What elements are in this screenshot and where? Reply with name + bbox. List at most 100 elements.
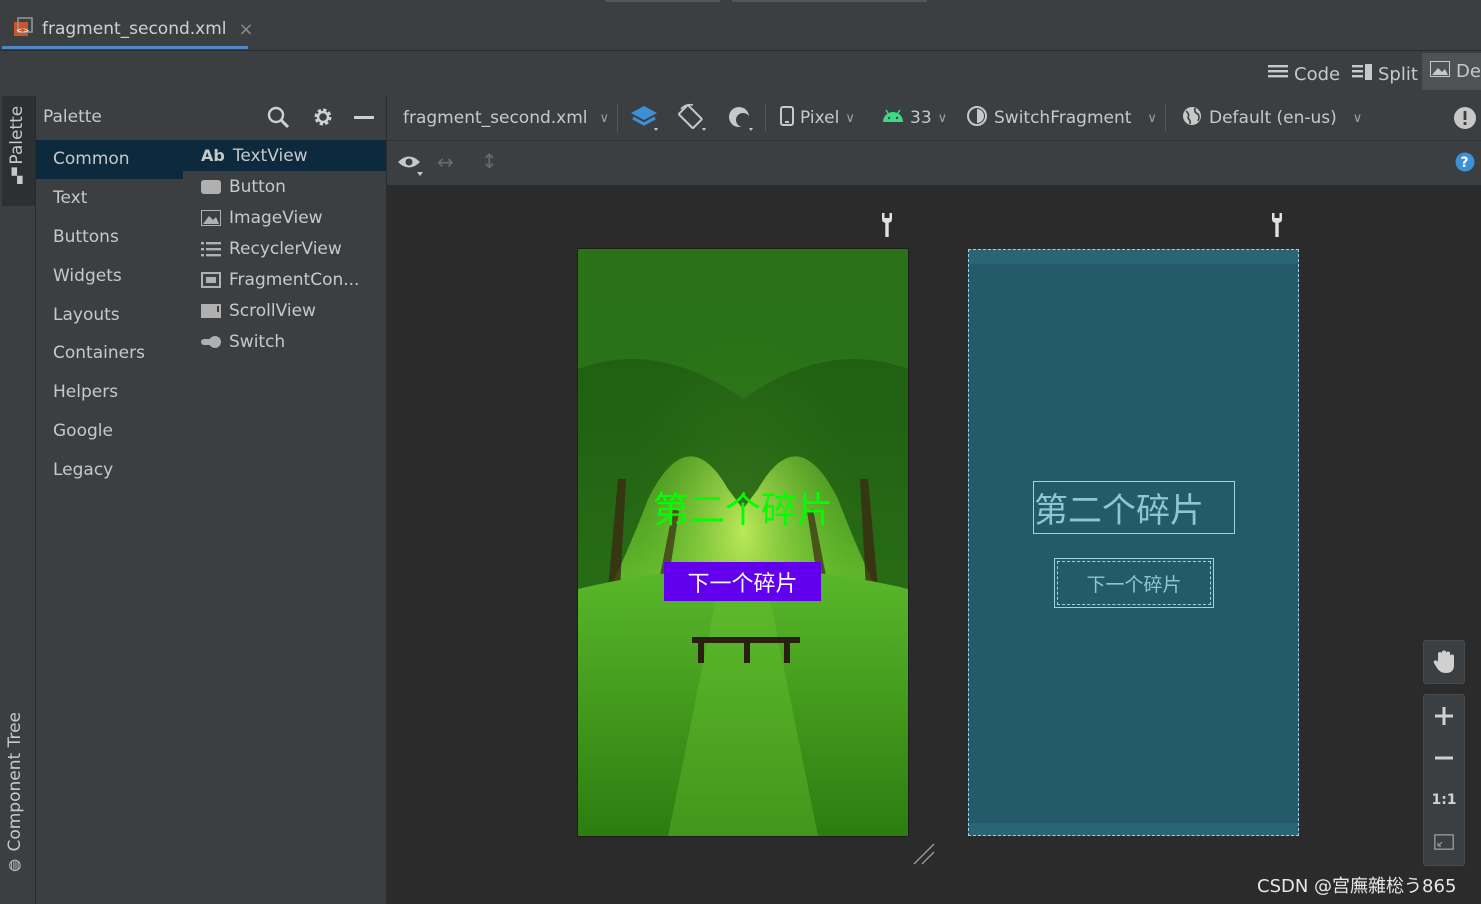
search-icon[interactable] [266,105,290,134]
chevron-down-icon: ∨ [1147,110,1157,126]
category-helpers[interactable]: Helpers [36,373,183,412]
code-view-button[interactable]: Code [1268,58,1340,90]
palette-item-textview[interactable]: Ab TextView [183,140,386,172]
warning-icon[interactable] [1453,106,1477,135]
file-selector[interactable]: fragment_second.xml ∨ [403,96,609,140]
night-mode-icon[interactable] [727,103,757,138]
palette-item-scrollview[interactable]: ScrollView [183,295,386,326]
zoom-in-icon[interactable] [1424,695,1464,737]
category-widgets[interactable]: Widgets [36,256,183,295]
hand-icon[interactable] [1424,641,1464,683]
palette-item-recyclerview[interactable]: RecyclerView [183,233,386,264]
api-level-selector[interactable]: 33 ∨ [882,96,947,140]
component-tree-side-tab[interactable]: ◍ Component Tree [5,712,25,876]
editor-tab[interactable]: <> fragment_second.xml × [2,8,264,50]
api-level-label: 33 [910,108,932,128]
phone-icon [780,105,794,131]
android-icon [882,108,904,128]
pan-tool-box [1423,640,1465,684]
blueprint-status-bar [969,250,1298,264]
palette-category-list: Common Text Buttons Widgets Layouts Cont… [36,140,183,489]
category-layouts[interactable]: Layouts [36,295,183,334]
file-selector-label: fragment_second.xml [403,108,588,128]
design-view-button[interactable]: De [1422,53,1481,90]
design-canvas[interactable] [387,186,1481,904]
category-google[interactable]: Google [36,412,183,451]
palette-item-label: ImageView [229,207,323,228]
rotate-icon[interactable] [678,103,708,138]
globe-icon [1181,105,1203,132]
palette-item-list: Ab TextView Button ImageView RecyclerVie… [183,140,386,358]
zoom-actual-size-button[interactable]: 1:1 [1424,779,1464,821]
preview-title-text[interactable]: 第二个碎片 [578,481,908,533]
palette-side-tab[interactable]: ▚ Palette [2,96,35,206]
palette-item-button[interactable]: Button [183,171,386,202]
design-view-label: De [1456,61,1481,82]
imageview-icon [201,209,221,226]
gear-icon[interactable] [311,105,335,134]
code-view-label: Code [1294,63,1341,85]
split-view-label: Split [1378,63,1418,85]
theme-selector[interactable]: SwitchFragment ∨ [966,96,1157,140]
device-selector[interactable]: Pixel ∨ [780,96,855,140]
palette-item-fragmentcontainer[interactable]: FragmentCon... [183,264,386,295]
vertical-resize-icon[interactable]: ↕ [481,149,498,173]
zoom-out-icon[interactable] [1424,737,1464,779]
palette-item-imageview[interactable]: ImageView [183,202,386,233]
resize-handle-icon[interactable] [912,842,936,871]
close-icon[interactable]: × [239,19,254,40]
theme-label: SwitchFragment [994,108,1132,128]
help-icon[interactable]: ? [1455,152,1475,177]
view-options-toolbar [387,141,1481,186]
toolbar-separator [617,104,618,132]
eye-icon[interactable] [397,152,427,183]
palette-item-label: Switch [229,332,286,353]
zoom-fit-icon[interactable] [1424,821,1464,863]
blueprint-nav-bar [969,823,1298,835]
theme-icon [966,105,988,132]
category-legacy[interactable]: Legacy [36,450,183,489]
button-icon [201,179,221,195]
horizontal-resize-icon[interactable]: ↔ [437,150,454,174]
zoom-controls: 1:1 [1423,694,1465,866]
locale-selector[interactable]: Default (en-us) ∨ [1181,96,1362,140]
toolbar-separator [1165,104,1166,132]
component-tree-label: Component Tree [5,712,25,852]
toolbar-separator [765,104,766,132]
category-text[interactable]: Text [36,179,183,218]
palette-item-label: TextView [232,145,308,166]
layers-icon[interactable] [630,103,660,138]
split-view-button[interactable]: Split [1352,58,1418,90]
palette-side-label: Palette [7,106,27,165]
fragment-icon [201,271,221,288]
chevron-down-icon: ∨ [599,110,610,126]
blueprint-preview[interactable]: 第二个碎片 下一个碎片 [968,249,1299,836]
palette-item-label: Button [229,176,286,197]
category-containers[interactable]: Containers [36,334,183,373]
locale-label: Default (en-us) [1209,108,1337,128]
palette-item-label: ScrollView [229,301,316,322]
split-icon [1352,63,1372,85]
tab-bar-decoration [732,0,927,2]
blueprint-title-text[interactable]: 第二个碎片 [1033,481,1235,534]
preview-next-button[interactable]: 下一个碎片 [664,562,821,601]
chevron-down-icon: ∨ [1352,110,1363,126]
palette-header: Palette [36,96,386,140]
design-preview[interactable]: 第二个碎片 下一个碎片 [578,249,908,836]
category-common[interactable]: Common [36,140,183,179]
palette-title: Palette [43,107,102,127]
minimize-icon[interactable] [354,116,374,119]
device-label: Pixel [800,108,840,128]
watermark-text: CSDN @宫廡雜棇う865 [1257,876,1457,897]
category-buttons[interactable]: Buttons [36,218,183,257]
wrench-icon[interactable] [1270,212,1284,238]
wrench-icon[interactable] [880,212,894,238]
forest-background-image [578,249,908,836]
switch-icon [201,334,221,350]
blueprint-next-button[interactable]: 下一个碎片 [1054,558,1214,608]
scrollview-icon [201,303,221,319]
tab-bar-decoration [605,0,720,2]
blueprint-button-inner-outline [1057,561,1211,605]
list-icon [201,241,221,257]
palette-item-switch[interactable]: Switch [183,327,386,358]
